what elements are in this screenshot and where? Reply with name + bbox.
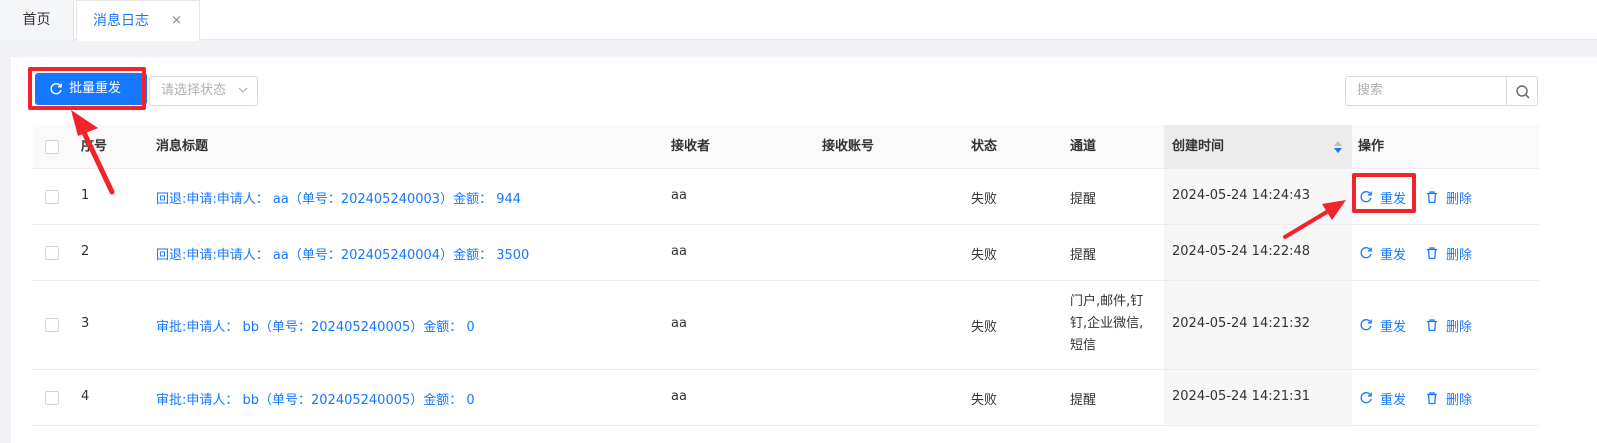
delete-label: 删除 bbox=[1446, 248, 1473, 263]
row-checkbox[interactable] bbox=[45, 190, 59, 204]
cell-title-link[interactable]: 审批:申请人： bb（单号：202405240005）金额： 0 bbox=[156, 316, 475, 335]
table-row: 2 回退:申请:申请人： aa（单号：202405240004）金额： 3500… bbox=[33, 225, 1539, 281]
cell-created: 2024-05-24 14:24:43 bbox=[1172, 188, 1311, 203]
tab-message-log[interactable]: 消息日志 × bbox=[76, 0, 200, 41]
sort-icon[interactable] bbox=[1333, 140, 1343, 154]
cell-created: 2024-05-24 14:21:31 bbox=[1172, 389, 1311, 404]
channel-line: 门户,邮件,钉 bbox=[1070, 294, 1144, 309]
status-select-placeholder: 请选择状态 bbox=[161, 83, 227, 98]
cell-index: 4 bbox=[81, 389, 90, 404]
resend-label: 重发 bbox=[1380, 393, 1407, 408]
cell-created: 2024-05-24 14:22:48 bbox=[1172, 244, 1311, 259]
search-input[interactable]: 搜索 bbox=[1345, 76, 1507, 106]
table-row: 3 审批:申请人： bb（单号：202405240005）金额： 0 aa 失败… bbox=[33, 281, 1539, 370]
column-header-title: 消息标题 bbox=[156, 139, 209, 154]
cell-index: 1 bbox=[81, 188, 90, 203]
trash-icon bbox=[1427, 392, 1437, 405]
tab-home[interactable]: 首页 bbox=[0, 0, 74, 40]
resend-label: 重发 bbox=[1380, 320, 1407, 335]
cell-channel: 提醒 bbox=[1070, 393, 1097, 408]
column-header-status: 状态 bbox=[971, 139, 998, 154]
cell-channel: 提醒 bbox=[1070, 248, 1097, 263]
cell-title-link[interactable]: 回退:申请:申请人： aa（单号：202405240003）金额： 944 bbox=[156, 188, 521, 207]
trash-icon bbox=[1427, 191, 1437, 204]
column-header-account: 接收账号 bbox=[822, 139, 875, 154]
trash-icon bbox=[1427, 247, 1437, 260]
table-row: 1 回退:申请:申请人： aa（单号：202405240003）金额： 944 … bbox=[33, 169, 1539, 225]
cell-receiver: aa bbox=[671, 244, 687, 259]
cell-title-link[interactable]: 审批:申请人： bb（单号：202405240005）金额： 0 bbox=[156, 389, 475, 408]
row-checkbox[interactable] bbox=[45, 246, 59, 260]
tab-bar: 首页 消息日志 × bbox=[0, 0, 1597, 41]
cell-status: 失败 bbox=[971, 393, 998, 408]
cell-channel: 提醒 bbox=[1070, 192, 1097, 207]
select-all-checkbox[interactable] bbox=[45, 140, 59, 154]
delete-label: 删除 bbox=[1446, 192, 1473, 207]
column-header-index: 序号 bbox=[81, 139, 108, 154]
column-header-created[interactable]: 创建时间 bbox=[1172, 125, 1224, 169]
highlight-box-resend bbox=[1352, 173, 1416, 213]
search-icon bbox=[1516, 85, 1530, 99]
refresh-icon bbox=[1360, 247, 1372, 259]
row-checkbox[interactable] bbox=[45, 318, 59, 332]
cell-status: 失败 bbox=[971, 320, 998, 335]
delete-label: 删除 bbox=[1446, 320, 1473, 335]
search-button[interactable] bbox=[1506, 76, 1538, 106]
cell-channel: 门户,邮件,钉 钉,企业微信, 短信 bbox=[1070, 291, 1150, 357]
table-row: 4 审批:申请人： bb（单号：202405240005）金额： 0 aa 失败… bbox=[33, 370, 1539, 426]
table-header: 序号 消息标题 接收者 接收账号 状态 通道 创建时间 操作 bbox=[33, 125, 1539, 169]
refresh-icon bbox=[1360, 319, 1372, 331]
row-checkbox[interactable] bbox=[45, 391, 59, 405]
cell-index: 3 bbox=[81, 316, 90, 331]
trash-icon bbox=[1427, 319, 1437, 332]
cell-receiver: aa bbox=[671, 188, 687, 203]
column-header-actions: 操作 bbox=[1358, 139, 1385, 154]
cell-index: 2 bbox=[81, 244, 90, 259]
cell-title-link[interactable]: 回退:申请:申请人： aa（单号：202405240004）金额： 3500 bbox=[156, 244, 529, 263]
channel-line: 钉,企业微信, bbox=[1070, 316, 1144, 331]
cell-status: 失败 bbox=[971, 248, 998, 263]
column-header-receiver: 接收者 bbox=[671, 139, 711, 154]
search-placeholder: 搜索 bbox=[1357, 83, 1384, 98]
highlight-box-batch-resend bbox=[28, 67, 146, 110]
status-select[interactable]: 请选择状态 bbox=[149, 76, 258, 106]
delete-label: 删除 bbox=[1446, 393, 1473, 408]
resend-label: 重发 bbox=[1380, 248, 1407, 263]
refresh-icon bbox=[1360, 392, 1372, 404]
column-header-channel: 通道 bbox=[1070, 139, 1097, 154]
cell-receiver: aa bbox=[671, 316, 687, 331]
tab-message-log-label: 消息日志 bbox=[93, 13, 149, 29]
cell-created: 2024-05-24 14:21:32 bbox=[1172, 316, 1311, 331]
channel-line: 短信 bbox=[1070, 338, 1097, 353]
message-log-panel: 批量重发 请选择状态 搜索 序号 消息标题 接收者 接收账号 状态 通道 创建时… bbox=[11, 57, 1597, 443]
cell-receiver: aa bbox=[671, 389, 687, 404]
close-icon[interactable]: × bbox=[171, 1, 182, 41]
chevron-down-icon bbox=[238, 87, 248, 93]
cell-status: 失败 bbox=[971, 192, 998, 207]
